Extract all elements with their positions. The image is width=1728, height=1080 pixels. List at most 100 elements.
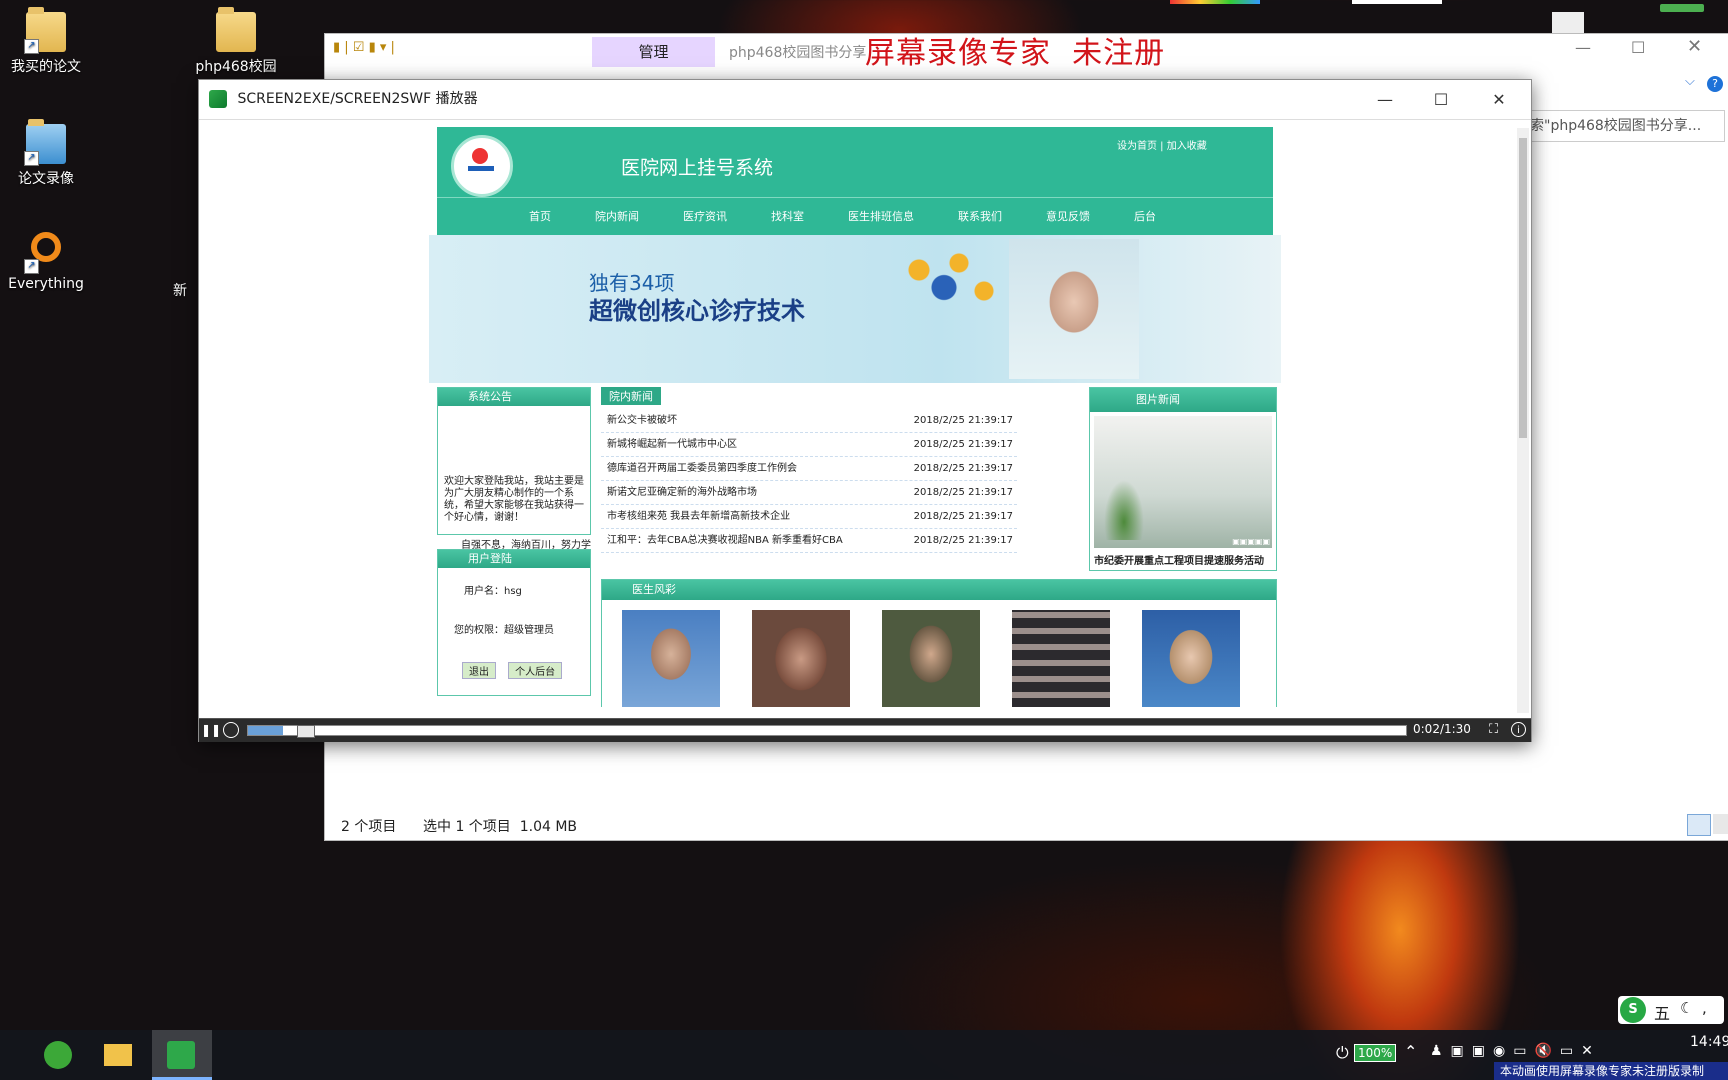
desktop-icon-label: 我买的论文 <box>11 59 81 75</box>
ime-mode: 五 <box>1654 1004 1671 1023</box>
close-button[interactable]: ✕ <box>1687 36 1702 57</box>
help-icon[interactable]: ? <box>1707 76 1723 92</box>
clock[interactable]: 14:49 <box>1690 1034 1728 1050</box>
punctuation-icon: , <box>1702 999 1707 1017</box>
news-item-title: 江和平：去年CBA总决赛收视超NBA 新季重看好CBA <box>607 535 843 546</box>
user-center-button[interactable]: 个人后台 <box>508 662 563 679</box>
chevron-up-icon[interactable]: ⌃ <box>1404 1042 1417 1061</box>
minimize-button[interactable]: — <box>1575 38 1591 57</box>
doctor-photo[interactable] <box>882 610 980 707</box>
power-icon: ⏻ <box>1336 1043 1349 1062</box>
large-icons-view-icon[interactable] <box>1713 814 1728 834</box>
quick-access-toolbar: ▮ | ☑ ▮ ▾ | <box>333 40 395 55</box>
doctor-title: 医生风彩 <box>602 580 1276 600</box>
player-title: SCREEN2EXE/SCREEN2SWF 播放器 <box>237 91 478 107</box>
news-item[interactable]: 德库道召开两届工委委员第四季度工作例会 2018/2/25 21:39:17 <box>601 457 1017 481</box>
moon-icon: ☾ <box>1680 999 1694 1017</box>
site-top-links[interactable]: 设为首页 | 加入收藏 <box>1117 137 1207 152</box>
info-icon[interactable]: i <box>1511 722 1526 737</box>
nav-feedback[interactable]: 意见反馈 <box>1046 198 1090 235</box>
fullscreen-icon[interactable]: ⛶ <box>1489 722 1498 737</box>
news-item-date: 2018/2/25 21:39:17 <box>913 487 1013 498</box>
top-strip-battery <box>1660 4 1704 12</box>
news-item[interactable]: 市考核组来苑 我县去年新增高新技术企业 2018/2/25 21:39:17 <box>601 505 1017 529</box>
status-selection: 选中 1 个项目 1.04 MB <box>423 819 578 835</box>
login-role: 您的权限：超级管理员 <box>454 625 554 636</box>
desktop-icon-label: 论文录像 <box>18 171 74 187</box>
folder-icon <box>104 1044 132 1066</box>
desktop-icon-label: Everything <box>8 276 84 292</box>
file-icon <box>1552 12 1584 34</box>
everything-icon: ↗ <box>24 232 66 274</box>
tray-icons[interactable]: ♟▣▣◉▭🔇▭✕ <box>1430 1043 1601 1059</box>
player-vertical-scrollbar[interactable] <box>1517 128 1529 713</box>
player-window[interactable]: SCREEN2EXE/SCREEN2SWF 播放器 — ☐ ✕ 医院网上挂号系统… <box>198 79 1532 742</box>
player-app-icon <box>209 90 227 108</box>
photo-news-caption[interactable]: 市纪委开展重点工程项目提速服务活动 <box>1090 552 1276 567</box>
player-close-button[interactable]: ✕ <box>1471 80 1527 119</box>
news-item[interactable]: 斯诺文尼亚确定新的海外战略市场 2018/2/25 21:39:17 <box>601 481 1017 505</box>
recorder-watermark: 屏幕录像专家 未注册 <box>865 36 1166 71</box>
explorer-title: php468校园图书分享 <box>729 45 867 61</box>
nav-dept[interactable]: 找科室 <box>771 198 804 235</box>
ime-toolbar[interactable]: S 五 ☾ , <box>1618 996 1724 1024</box>
news-item-date: 2018/2/25 21:39:17 <box>913 463 1013 474</box>
ribbon-collapse-icon[interactable]: ⌵ <box>1685 74 1695 89</box>
stop-button[interactable] <box>223 722 239 738</box>
recorder-ticker: 本动画使用屏幕录像专家未注册版录制 <box>1494 1062 1728 1080</box>
scrollbar-thumb[interactable] <box>1519 138 1527 438</box>
time-display: 0:02/1:30 <box>1413 722 1471 736</box>
news-item[interactable]: 新公交卡被破坏 2018/2/25 21:39:17 <box>601 409 1017 433</box>
site-nav: 首页 院内新闻 医疗资讯 找科室 医生排班信息 联系我们 意见反馈 后台 <box>437 197 1273 235</box>
desktop-icon-everything[interactable]: ↗ Everything <box>0 232 92 292</box>
doctor-photo[interactable] <box>622 610 720 707</box>
notice-text: 欢迎大家登陆我站，我站主要是为广大朋友精心制作的一个系统，希望大家能够在我站获得… <box>444 476 584 523</box>
news-box: 院内新闻 新公交卡被破坏 2018/2/25 21:39:17 新城将崛起新一代城市… <box>601 387 1017 553</box>
progress-track[interactable] <box>247 725 1407 738</box>
taskbar-browser[interactable] <box>30 1030 86 1080</box>
desktop-icon-recording[interactable]: ↗ 论文录像 <box>0 119 92 188</box>
notice-box: 系统公告 欢迎大家登陆我站，我站主要是为广大朋友精心制作的一个系统，希望大家能够… <box>437 387 591 535</box>
site-title: 医院网上挂号系统 <box>621 157 774 179</box>
nav-contact[interactable]: 联系我们 <box>958 198 1002 235</box>
login-user: 用户名：hsg <box>464 586 522 597</box>
news-item-date: 2018/2/25 21:39:17 <box>913 511 1013 522</box>
taskbar: ⏻ 100% ⌃ ♟▣▣◉▭🔇▭✕ 14:49 本动画使用屏幕录像专家未注册版录… <box>0 1030 1728 1080</box>
player-maximize-button[interactable]: ☐ <box>1413 80 1469 119</box>
doctor-photo[interactable] <box>752 610 850 707</box>
nav-schedule[interactable]: 医生排班信息 <box>848 198 914 235</box>
taskbar-file-explorer[interactable] <box>90 1030 146 1080</box>
details-view-icon[interactable] <box>1687 814 1711 836</box>
top-strip-bar <box>1352 0 1442 4</box>
pause-button[interactable]: ❚❚ <box>201 721 221 739</box>
doctor-photo[interactable] <box>1142 610 1240 707</box>
news-item-title: 新公交卡被破坏 <box>607 415 677 426</box>
player-minimize-button[interactable]: — <box>1357 80 1413 119</box>
nav-home[interactable]: 首页 <box>529 198 551 235</box>
player-app-icon <box>167 1041 195 1069</box>
folder-icon: ↗ <box>24 119 66 166</box>
news-item[interactable]: 江和平：去年CBA总决赛收视超NBA 新季重看好CBA 2018/2/25 21:… <box>601 529 1017 553</box>
ribbon-tab-manage[interactable]: 管理 <box>592 37 715 67</box>
doctor-photo[interactable] <box>1012 610 1110 707</box>
banner-line2: 超微创核心诊疗技术 <box>589 297 805 325</box>
taskbar-player[interactable] <box>152 1030 212 1080</box>
news-list: 新公交卡被破坏 2018/2/25 21:39:17 新城将崛起新一代城市中心区 20… <box>601 409 1017 553</box>
desktop-icon-papers[interactable]: ↗ 我买的论文 <box>0 7 92 76</box>
news-item-date: 2018/2/25 21:39:17 <box>913 535 1013 546</box>
nav-admin[interactable]: 后台 <box>1134 198 1156 235</box>
photo-news-title: 图片新闻 <box>1090 388 1276 412</box>
battery-indicator[interactable]: 100% <box>1354 1044 1397 1062</box>
sogou-icon: S <box>1620 997 1646 1023</box>
nav-news[interactable]: 院内新闻 <box>595 198 639 235</box>
search-box[interactable]: 索"php468校园图书分享... <box>1525 110 1725 142</box>
site-logo <box>451 135 513 197</box>
logout-button[interactable]: 退出 <box>462 662 496 679</box>
news-item[interactable]: 新城将崛起新一代城市中心区 2018/2/25 21:39:17 <box>601 433 1017 457</box>
banner-bubbles <box>899 249 999 319</box>
news-item-title: 新城将崛起新一代城市中心区 <box>607 439 737 450</box>
maximize-button[interactable]: ☐ <box>1631 38 1645 57</box>
progress-thumb[interactable] <box>296 725 315 738</box>
photo-news-box: 图片新闻 ▣▣▣▣▣ 市纪委开展重点工程项目提速服务活动 <box>1089 387 1277 571</box>
nav-medical[interactable]: 医疗资讯 <box>683 198 727 235</box>
